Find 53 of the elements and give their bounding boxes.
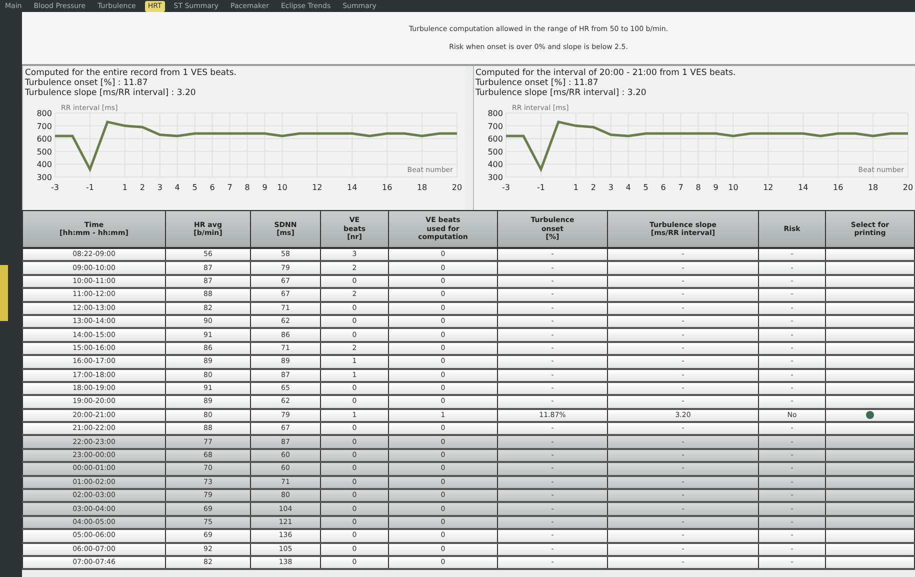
x-tick-label: 1	[572, 183, 578, 192]
result-text: Turbulence slope [ms/RR interval] : 3.20	[25, 88, 197, 98]
x-tick-label: 10	[728, 183, 738, 192]
x-tick-label: 8	[695, 183, 700, 192]
x-tick-label: 14	[798, 183, 808, 192]
result-text: Computed for the interval of 20:00 - 21:00 from 1 VES beats.	[476, 68, 737, 78]
x-tick-label: 12	[312, 183, 322, 192]
result-text: Turbulence onset [%] : 11.87	[25, 78, 149, 88]
y-tick-label: 300	[487, 173, 502, 182]
y-tick-label: 400	[487, 160, 502, 170]
y-tick-label: 700	[487, 122, 502, 131]
x-tick-label: 9	[712, 183, 718, 192]
x-tick-label: 18	[416, 183, 428, 192]
x-tick-label: 16	[382, 183, 392, 192]
y-tick-label: 400	[36, 160, 52, 170]
x-tick-label: 8	[244, 183, 250, 192]
x-tick-label: 18	[867, 183, 878, 192]
x-tick-label: 3	[608, 183, 613, 192]
x-tick-label: 5	[192, 183, 198, 192]
result-text: Computed for the entire record from 1 VES beats.	[25, 68, 238, 78]
x-tick-label: 6	[210, 183, 215, 192]
x-tick-label: 7	[678, 183, 683, 192]
x-tick-label: 3	[157, 183, 162, 192]
selected-dot-icon[interactable]	[866, 410, 874, 419]
x-tick-label: -3	[502, 183, 510, 192]
y-tick-label: 500	[36, 147, 52, 156]
x-tick-label: 20	[902, 183, 913, 192]
x-tick-label: 16	[832, 183, 843, 192]
x-tick-label: 6	[660, 183, 666, 192]
y-tick-label: 800	[487, 109, 502, 118]
x-tick-label: 14	[347, 183, 358, 192]
x-tick-label: 2	[140, 183, 145, 192]
x-tick-label: -1	[536, 183, 544, 192]
x-tick-label: 20	[452, 183, 462, 192]
y-tick-label: 600	[487, 134, 502, 144]
y-tick-label: 800	[36, 109, 52, 118]
result-text: Turbulence onset [%] : 11.87	[476, 78, 600, 88]
x-tick-label: 4	[174, 183, 180, 192]
x-tick-label: -3	[51, 183, 59, 192]
x-tick-label: 7	[227, 183, 232, 192]
x-tick-label: 9	[262, 183, 268, 192]
y-tick-label: 500	[487, 147, 502, 156]
y-tick-label: 300	[36, 173, 52, 182]
y-tick-label: 700	[36, 122, 52, 131]
y-tick-label: 600	[36, 134, 52, 144]
x-tick-label: -1	[86, 183, 94, 192]
x-tick-label: 12	[762, 183, 773, 192]
x-tick-label: 2	[590, 183, 596, 192]
x-tick-label: 1	[122, 183, 128, 192]
result-text: Turbulence slope [ms/RR interval] : 3.20	[476, 88, 648, 98]
x-tick-label: 4	[625, 183, 630, 192]
x-tick-label: 5	[642, 183, 648, 192]
x-tick-label: 10	[277, 183, 288, 192]
